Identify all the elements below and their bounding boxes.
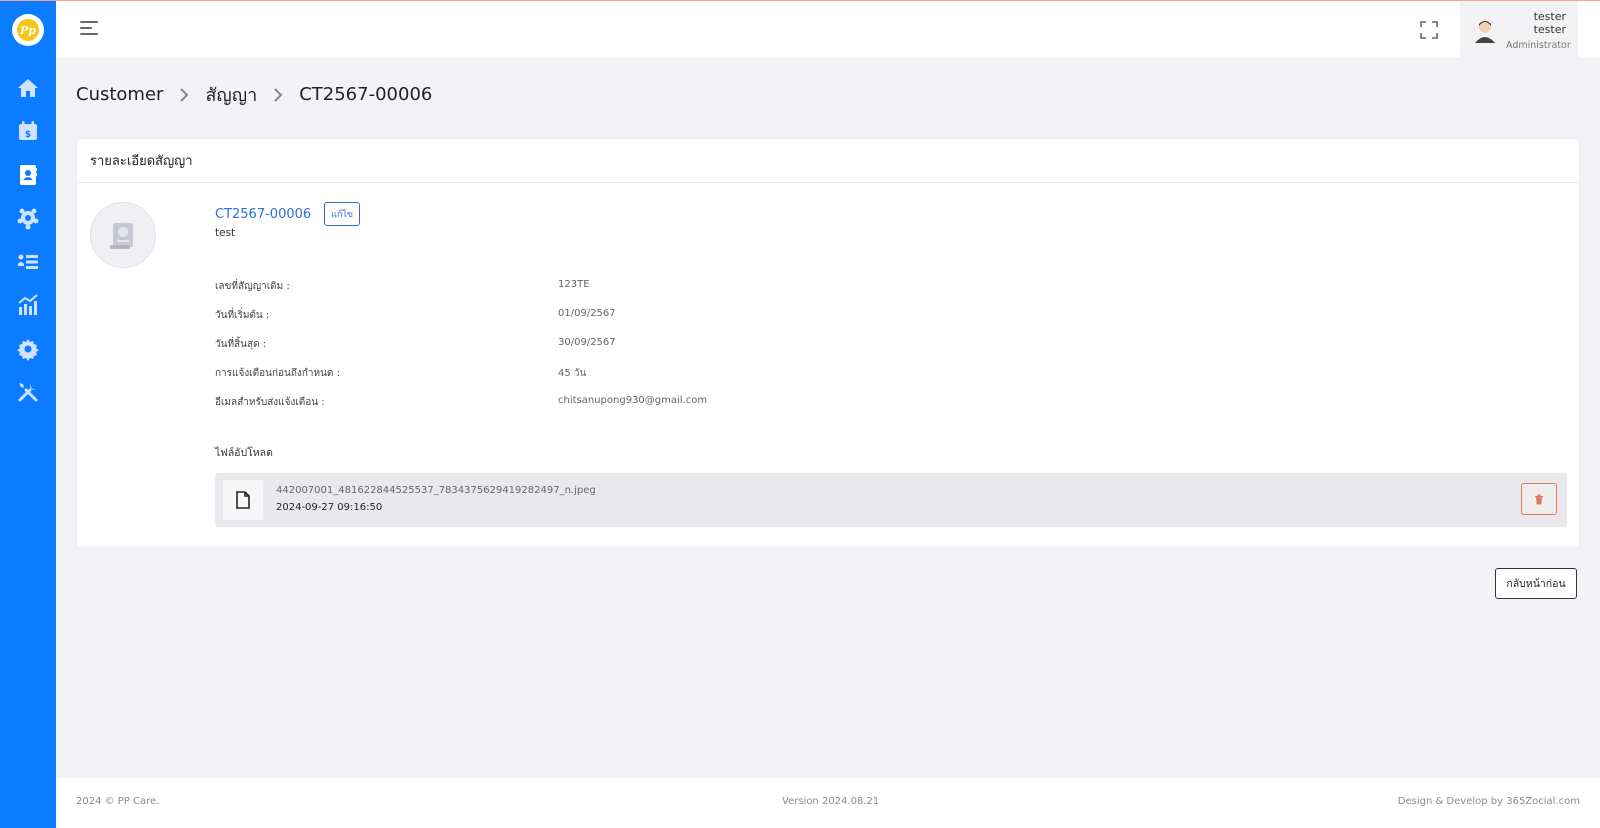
detail-value-original-contract: 123TE (558, 279, 590, 290)
file-icon-box (223, 480, 263, 520)
list-icon (18, 254, 38, 269)
logo-mark: Pp (17, 19, 39, 41)
chevron-right-icon (179, 87, 189, 102)
home-icon (18, 78, 38, 97)
file-icon (236, 491, 250, 509)
user-name: tester tester (1533, 9, 1566, 36)
avatar (1475, 21, 1495, 43)
user-role: Administrator (1506, 39, 1571, 51)
user-info: tester tester Administrator (1506, 9, 1571, 51)
uploaded-file-item: 442007001_481622844525537_78343756294192… (215, 473, 1567, 527)
footer-version: Version 2024.08.21 (782, 796, 880, 807)
team-icon (17, 208, 39, 230)
fullscreen-icon[interactable] (1420, 21, 1438, 39)
sidebar-item-reports[interactable] (0, 284, 56, 328)
contract-scroll-icon (110, 223, 133, 249)
breadcrumb-customer[interactable]: Customer (76, 84, 163, 105)
settings-icon (17, 338, 39, 361)
breadcrumb-contract[interactable]: สัญญา (205, 80, 257, 109)
detail-label-start-date: วันที่เริ่มต้น : (215, 310, 270, 321)
detail-value-start-date: 01/09/2567 (558, 308, 616, 319)
footer: 2024 © PP Care. Version 2024.08.21 Desig… (56, 778, 1600, 828)
app-logo[interactable]: Pp (12, 14, 44, 46)
svg-text:$: $ (25, 130, 31, 140)
detail-label-reminder: การแจ้งเตือนก่อนถึงกำหนด : (215, 368, 340, 379)
footer-credit: Design & Develop by 365Zocial.com (1397, 796, 1580, 807)
contract-detail-card: รายละเอียดสัญญา CT2567-00006 แก้ไข test … (76, 138, 1580, 548)
sidebar-item-tools[interactable] (0, 371, 56, 415)
tools-icon (18, 383, 38, 402)
contact-book-icon (20, 164, 37, 185)
sidebar: Pp $ (0, 0, 56, 828)
sidebar-item-contacts[interactable] (0, 153, 56, 197)
top-accent-line (0, 0, 1600, 1)
chart-icon (18, 294, 38, 316)
detail-value-end-date: 30/09/2567 (558, 337, 616, 348)
upload-section-title: ไฟล์อัปโหลด (215, 447, 273, 459)
breadcrumb-current: CT2567-00006 (299, 84, 433, 105)
contract-description: test (215, 227, 236, 239)
chevron-right-icon (273, 87, 283, 102)
sidebar-item-team[interactable] (0, 197, 56, 241)
contract-avatar (90, 202, 156, 268)
contract-heading: CT2567-00006 แก้ไข (215, 202, 361, 226)
top-header: tester tester Administrator (56, 1, 1600, 59)
sidebar-item-settings[interactable] (0, 327, 56, 371)
card-title: รายละเอียดสัญญา (77, 139, 1579, 183)
sidebar-item-billing[interactable]: $ (0, 110, 56, 154)
billing-calendar-icon: $ (19, 121, 37, 141)
detail-label-email: อีเมลสำหรับส่งแจ้งเตือน : (215, 397, 325, 408)
sidebar-item-list[interactable] (0, 240, 56, 284)
file-name[interactable]: 442007001_481622844525537_78343756294192… (276, 485, 596, 496)
sidebar-item-home[interactable] (0, 66, 56, 110)
file-upload-date: 2024-09-27 09:16:50 (276, 502, 383, 513)
detail-label-end-date: วันที่สิ้นสุด : (215, 339, 267, 350)
edit-button[interactable]: แก้ไข (324, 202, 361, 226)
menu-toggle-icon[interactable] (80, 21, 98, 37)
footer-copyright: 2024 © PP Care. (76, 796, 160, 807)
detail-label-original-contract: เลขที่สัญญาเดิม : (215, 281, 290, 292)
trash-icon (1535, 494, 1543, 504)
contract-number-link[interactable]: CT2567-00006 (215, 207, 311, 222)
detail-value-email: chitsanupong930@gmail.com (558, 395, 708, 406)
detail-value-reminder: 45 วัน (558, 368, 587, 379)
user-menu[interactable]: tester tester Administrator (1460, 1, 1578, 59)
sidebar-nav: $ (0, 66, 56, 414)
delete-file-button[interactable] (1521, 483, 1557, 515)
breadcrumb: Customer สัญญา CT2567-00006 (76, 80, 432, 109)
back-button[interactable]: กลับหน้าก่อน (1495, 568, 1577, 599)
